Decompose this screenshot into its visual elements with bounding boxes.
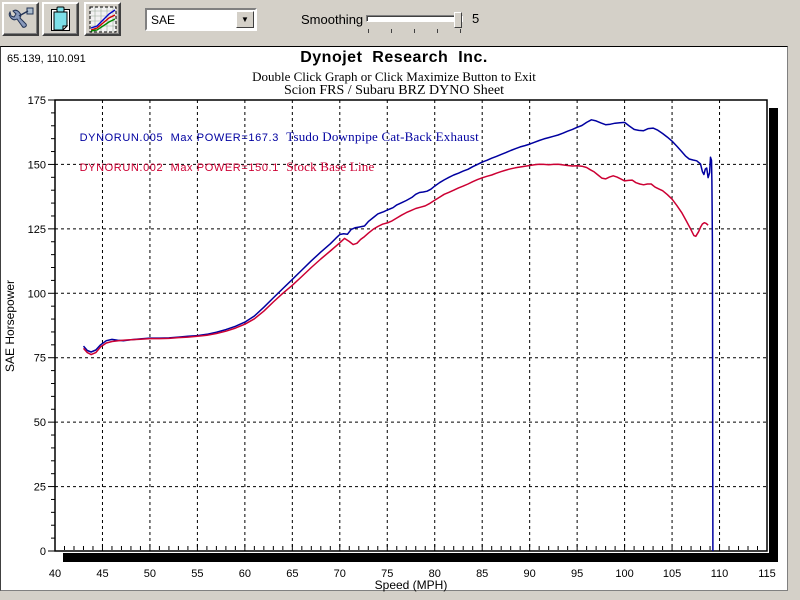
y-tick-label: 100 bbox=[28, 288, 46, 300]
plot-shadow-right bbox=[769, 108, 778, 562]
x-axis-label: Speed (MPH) bbox=[55, 578, 767, 592]
correction-select[interactable]: SAE ▼ bbox=[145, 8, 257, 31]
graph-view-icon bbox=[89, 6, 117, 33]
y-tick-label: 75 bbox=[34, 353, 46, 365]
smoothing-slider[interactable] bbox=[366, 12, 463, 34]
dyno-chart-area[interactable]: 4045505560657075808590951001051101150255… bbox=[0, 46, 788, 591]
correction-select-value: SAE bbox=[147, 13, 236, 27]
tuning-tools-icon bbox=[7, 6, 35, 32]
legend-run-002-description: Stock Base Line bbox=[286, 159, 374, 174]
y-tick-label: 150 bbox=[28, 159, 46, 171]
legend-run-005-name: DYNORUN.005 bbox=[80, 132, 164, 144]
chart-sheet-title: Scion FRS / Subaru BRZ DYNO Sheet bbox=[1, 83, 787, 99]
legend-run-005-description: Tsudo Downpipe Cat-Back Exhaust bbox=[286, 129, 479, 144]
smoothing-slider-ticks bbox=[368, 29, 461, 34]
smoothing-label: Smoothing bbox=[301, 12, 363, 27]
chevron-down-icon[interactable]: ▼ bbox=[236, 11, 254, 28]
clipboard-icon bbox=[48, 6, 74, 33]
y-axis-label: SAE Horsepower bbox=[3, 251, 19, 401]
y-tick-label: 50 bbox=[34, 417, 46, 429]
plot-shadow-bottom bbox=[63, 553, 777, 562]
legend-run-002-max: Max POWER=150.1 bbox=[171, 162, 279, 174]
tuning-tools-button[interactable] bbox=[2, 2, 39, 36]
y-tick-label: 125 bbox=[28, 224, 46, 236]
toolbar: SAE ▼ Smoothing 5 bbox=[0, 0, 800, 46]
graph-view-button[interactable] bbox=[84, 2, 121, 36]
y-tick-label: 0 bbox=[40, 546, 46, 558]
smoothing-slider-track[interactable] bbox=[366, 15, 463, 22]
y-tick-label: 25 bbox=[34, 482, 46, 494]
smoothing-value: 5 bbox=[472, 11, 479, 26]
chart-title: Dynojet Research Inc. bbox=[1, 49, 787, 67]
legend-run-002: DYNORUN.002 Max POWER=150.1 Stock Base L… bbox=[65, 147, 374, 187]
winpep-window: { "toolbar": { "buttons": [ { "icon": "t… bbox=[0, 0, 800, 600]
legend-run-002-name: DYNORUN.002 bbox=[80, 162, 164, 174]
legend-run-005-max: Max POWER=167.3 bbox=[171, 132, 279, 144]
smoothing-slider-thumb[interactable] bbox=[454, 12, 462, 28]
clipboard-button[interactable] bbox=[42, 2, 79, 36]
